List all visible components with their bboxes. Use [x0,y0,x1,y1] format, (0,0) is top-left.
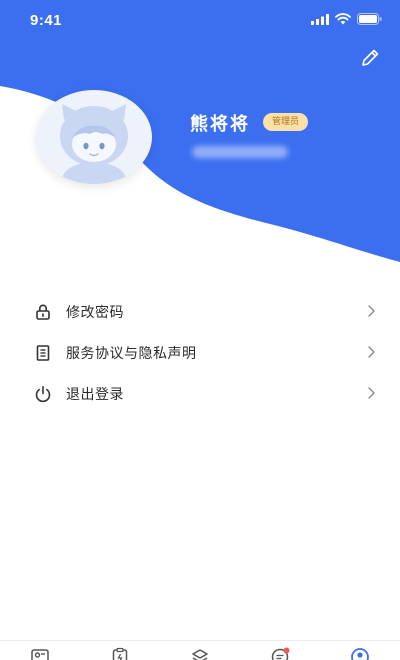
tab-tasks[interactable] [110,647,130,660]
avatar-character-icon [60,104,128,184]
tab-workbench[interactable] [190,647,210,660]
profile-icon [351,648,369,660]
power-icon [35,385,51,403]
contacts-icon [31,649,49,660]
settings-menu: 修改密码 服务协议与隐私声明 退出登录 [0,291,400,414]
avatar-frame [36,90,152,184]
phone-number-redacted [192,146,288,158]
status-bar: 9:41 [0,0,400,42]
menu-item-logout[interactable]: 退出登录 [0,373,400,414]
edit-profile-button[interactable] [356,44,384,72]
status-time: 9:41 [30,12,63,29]
messages-icon [271,647,290,660]
menu-item-label: 修改密码 [66,305,124,321]
battery-icon [357,13,382,25]
user-name: 熊将将 [190,114,250,135]
tab-contacts[interactable] [30,647,50,660]
wifi-icon [335,13,351,25]
bottom-tab-bar [0,640,400,660]
chevron-right-icon [368,305,375,317]
signal-icon [311,13,329,25]
notification-dot [283,647,290,654]
lock-icon [36,304,50,320]
tab-messages[interactable] [270,647,290,660]
menu-item-label: 退出登录 [66,387,124,403]
pencil-icon [362,49,379,66]
menu-item-label: 服务协议与隐私声明 [66,346,197,362]
chevron-right-icon [368,346,375,358]
clipboard-icon [112,647,128,660]
role-badge: 管理员 [263,113,309,131]
avatar[interactable] [36,90,152,184]
chevron-right-icon [368,387,375,399]
menu-item-service-agreement[interactable]: 服务协议与隐私声明 [0,332,400,373]
layers-icon [192,649,208,660]
status-icons [311,13,382,25]
document-icon [36,345,50,361]
menu-item-change-password[interactable]: 修改密码 [0,291,400,332]
tab-profile[interactable] [350,647,370,660]
